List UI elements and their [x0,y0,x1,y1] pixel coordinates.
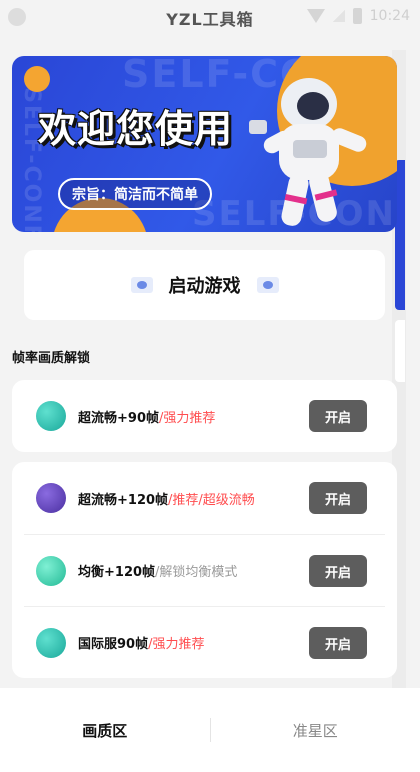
option-note: /强力推荐 [148,637,205,652]
enable-button[interactable]: 开启 [309,482,367,514]
option-title: 超流畅+90帧 [78,410,159,426]
tab-quality[interactable]: 画质区 [0,720,210,741]
banner-title: 欢迎您使用 [38,107,234,151]
app-title: YZL工具箱 [166,10,254,29]
status-bar: YZL工具箱 10:24 [0,0,420,36]
option-dot-icon [36,627,66,658]
option-text: 超流畅+120帧/推荐/超级流畅 [78,489,255,508]
option-note: /解锁均衡模式 [155,565,238,580]
welcome-banner: SELF-CONFIDE SELF-CONFIDEN SELF-CONF 欢迎您… [12,56,397,232]
battery-icon [352,8,362,24]
option-row: 超流畅+120帧/推荐/超级流畅 开启 [12,462,397,534]
picture-icon [256,277,279,293]
clock: 10:24 [369,8,410,24]
enable-button[interactable]: 开启 [309,555,367,587]
wifi-icon [306,9,325,23]
notification-icon [8,8,26,26]
option-note: /强力推荐 [158,410,216,426]
option-text: 国际服90帧/强力推荐 [78,633,204,652]
signal-icon [332,10,345,22]
tab-crosshair[interactable]: 准星区 [211,720,420,741]
option-text: 均衡+120帧/解锁均衡模式 [78,561,237,580]
launch-game-button[interactable]: 启动游戏 [24,250,385,320]
picture-icon [130,277,153,293]
option-dot-icon [36,401,66,431]
option-text: 超流畅+90帧/强力推荐 [78,407,215,426]
launch-game-label: 启动游戏 [168,276,241,297]
option-title: 国际服90帧 [78,637,149,652]
astronaut-illustration [249,78,367,226]
option-dot-icon [36,483,66,513]
orange-orb [24,66,50,92]
option-row: 国际服90帧/强力推荐 开启 [24,606,385,678]
option-dot-icon [36,555,66,586]
bottom-nav: 画质区 准星区 [0,688,420,772]
status-icons: 10:24 [306,8,410,24]
option-card: 超流畅+120帧/推荐/超级流畅 开启 均衡+120帧/解锁均衡模式 开启 国际… [12,462,397,678]
enable-button[interactable]: 开启 [309,400,367,432]
option-row: 均衡+120帧/解锁均衡模式 开启 [24,534,385,606]
enable-button[interactable]: 开启 [309,627,367,659]
option-card: 超流畅+90帧/强力推荐 开启 [12,380,397,452]
option-row: 超流畅+90帧/强力推荐 开启 [12,380,397,452]
option-title: 均衡+120帧 [78,565,156,580]
option-title: 超流畅+120帧 [78,492,169,508]
option-note: /推荐/超级流畅 [168,492,255,508]
banner-subtitle: 宗旨：简洁而不简单 [58,178,212,210]
section-title: 帧率画质解锁 [12,351,91,366]
